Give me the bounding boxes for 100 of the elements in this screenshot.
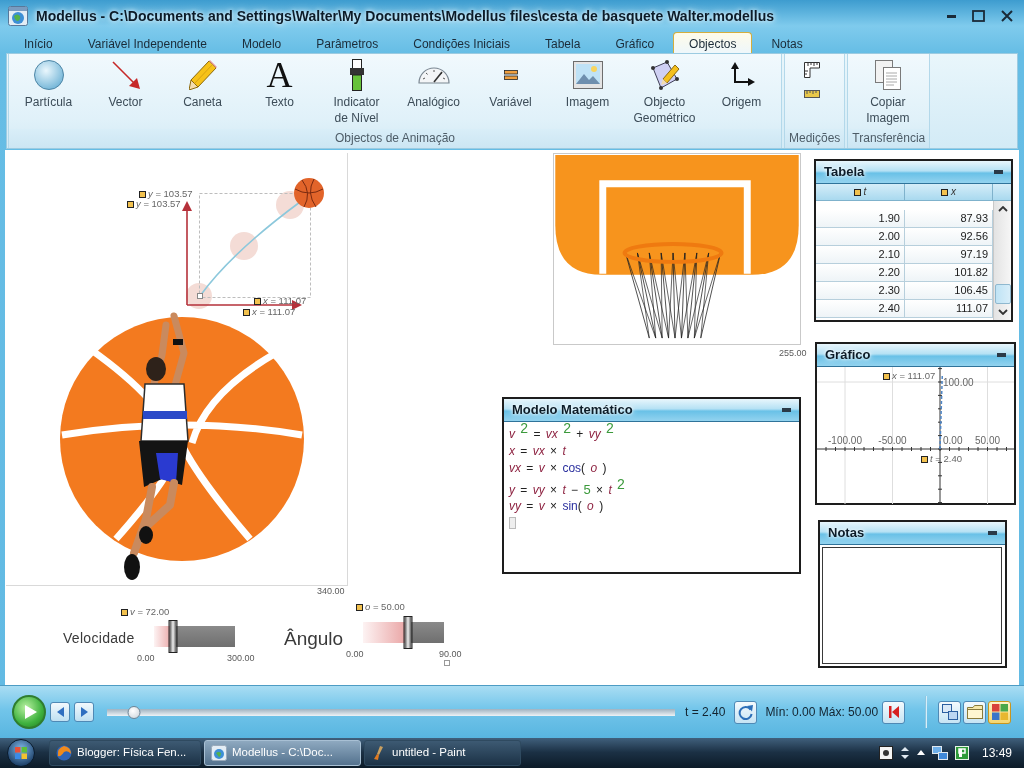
ribbon-tab[interactable]: Objectos: [673, 32, 753, 53]
ribbon-tool-button[interactable]: Indicator de Nível: [318, 54, 395, 129]
value-readout: x = 111.07: [263, 296, 307, 306]
axis-label: -100.00: [828, 435, 862, 446]
time-range-label: Mín: 0.00 Máx: 50.00: [765, 704, 879, 720]
slider-max-label: 90.00: [439, 649, 462, 659]
equation-line: x = vx × t: [509, 443, 567, 460]
panel-title: Gráfico: [825, 347, 871, 363]
gauge-icon: [417, 66, 450, 84]
variable-marker-icon: [254, 297, 261, 305]
ribbon-tool-button[interactable]: Copiar Imagem: [849, 54, 927, 129]
measure-tool-button[interactable]: [802, 60, 822, 80]
arrows-icon[interactable]: [899, 746, 910, 760]
taskbar-button[interactable]: untitled - Paint: [364, 740, 521, 766]
taskbar-button[interactable]: Blogger: Física Fen...: [49, 740, 201, 766]
close-icon: [1001, 10, 1013, 22]
chevron-down-icon[interactable]: [997, 309, 1008, 315]
variable-marker-icon: [941, 188, 948, 196]
scrollbar-thumb[interactable]: [994, 284, 1011, 304]
ribbon-tool-button[interactable]: Vector: [87, 54, 164, 129]
chevron-up-icon[interactable]: [916, 750, 925, 756]
level-indicator-icon: [349, 59, 364, 91]
maximize-icon: [972, 10, 985, 22]
panel-title: Notas: [828, 525, 865, 541]
start-marker-icon: [197, 293, 203, 299]
sphere-icon: [33, 60, 64, 90]
timeline-thumb[interactable]: [127, 705, 141, 719]
ribbon-tool-button[interactable]: Imagem: [549, 54, 626, 129]
play-button[interactable]: [12, 695, 46, 729]
ribbon-tab[interactable]: Variável Independente: [71, 32, 223, 53]
slider-thumb[interactable]: [403, 616, 413, 649]
ruler-icon: [804, 90, 820, 98]
axis-label: -50.00: [878, 435, 907, 446]
minimize-icon: [947, 14, 956, 18]
variable-marker-icon: [883, 372, 890, 380]
clock: 13:49: [981, 745, 1012, 761]
ribbon-tool-button[interactable]: Origem: [703, 54, 780, 129]
equation-line: vy = v × sin( o ): [509, 498, 605, 515]
network-icon[interactable]: [931, 746, 948, 760]
ribbon-tab[interactable]: Modelo: [225, 32, 298, 53]
ribbon-tool-button[interactable]: Variável: [472, 54, 549, 129]
step-forward-button[interactable]: [74, 702, 94, 722]
start-orb-icon: [7, 739, 35, 767]
ribbon-tool-button[interactable]: Objecto Geométrico: [626, 54, 703, 129]
globe-icon: [56, 745, 72, 761]
value-readout: y = 103.57: [136, 199, 181, 209]
replay-button[interactable]: [734, 700, 758, 724]
measure-tool-button[interactable]: [802, 88, 822, 100]
ribbon-tool-button[interactable]: Partícula: [10, 54, 87, 129]
step-back-button[interactable]: [50, 702, 70, 722]
ribbon-tool-button[interactable]: A Texto: [241, 54, 318, 129]
table-cell: 1.90: [816, 210, 905, 227]
minimize-icon: [997, 353, 1006, 357]
pencil-icon: [188, 60, 217, 90]
column-header: t: [863, 186, 867, 198]
ribbon-tab[interactable]: Gráfico: [599, 32, 671, 53]
ribbon-tab[interactable]: Tabela: [529, 32, 597, 53]
folder-icon: [966, 704, 983, 720]
value-readout: t = 2.40: [930, 454, 962, 464]
ribbon-group-label: Medições: [785, 129, 845, 148]
value-readout: o = 50.00: [365, 602, 405, 612]
ruler-corner-icon: [804, 62, 820, 78]
ribbon-group-label: Objectos de Animação: [9, 129, 781, 148]
variable-marker-icon: [921, 455, 928, 463]
arrow-icon: [111, 61, 140, 89]
table-cell: 2.00: [816, 228, 905, 245]
handle-marker-icon: [444, 660, 450, 666]
slider-thumb[interactable]: [168, 620, 178, 653]
reset-button[interactable]: [882, 700, 906, 724]
ball-drawing: [294, 178, 324, 208]
axes-icon: [728, 62, 755, 88]
tray-app-icon[interactable]: [878, 746, 893, 760]
scrollbar[interactable]: [993, 201, 1011, 320]
chevron-up-icon[interactable]: [997, 206, 1008, 212]
view-button[interactable]: [963, 700, 987, 724]
ribbon-tool-button[interactable]: Caneta: [164, 54, 241, 129]
triangle-left-icon: [56, 707, 64, 717]
ribbon-tab[interactable]: Início: [8, 32, 69, 53]
variable-marker-icon: [121, 608, 128, 616]
value-readout: x = 111.07: [252, 307, 296, 317]
axis-label: 50.00: [975, 435, 1000, 446]
table-cell: 2.30: [816, 282, 905, 299]
copy-icon: [874, 60, 901, 90]
axis-label: 100.00: [943, 377, 974, 388]
ribbon-tab[interactable]: Notas: [755, 32, 819, 53]
value-readout: x = 111.07: [892, 371, 936, 381]
ball-trace: [230, 232, 258, 260]
ribbon-tab[interactable]: Condições Iniciais: [397, 32, 526, 53]
notes-area[interactable]: [822, 547, 1002, 664]
timeline-track[interactable]: [107, 705, 675, 719]
view-button[interactable]: [938, 700, 962, 724]
table-cell: 2.20: [816, 264, 905, 281]
ribbon-tab[interactable]: Parâmetros: [300, 32, 395, 53]
slider-min-label: 0.00: [346, 649, 364, 659]
view-button[interactable]: [988, 700, 1012, 724]
ribbon-tool-button[interactable]: Analógico: [395, 54, 472, 129]
equation-line: vx = v × cos( o ): [509, 460, 608, 477]
slider-min-label: 0.00: [137, 653, 155, 663]
grid-icon: [991, 704, 1008, 720]
size-label: 255.00: [779, 348, 807, 358]
